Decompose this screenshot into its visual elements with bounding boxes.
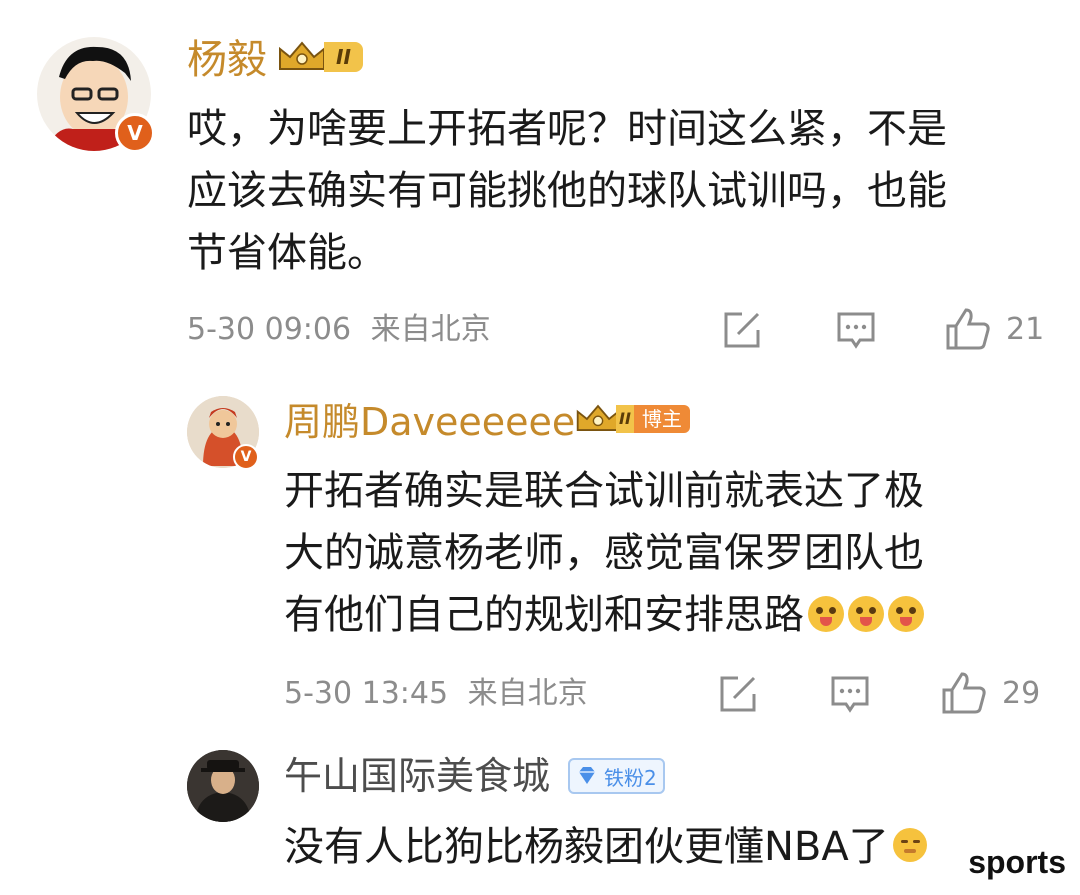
like-icon [944, 306, 992, 352]
text-line-with-emoji: 有他们自己的规划和安排思路 [284, 584, 924, 646]
like-count: 29 [1002, 675, 1041, 711]
like-button[interactable]: 21 [944, 306, 1044, 352]
text-line: 有他们自己的规划和安排思路 [284, 592, 804, 638]
like-icon [940, 670, 988, 716]
level-tag: II [616, 405, 634, 433]
crown-icon [574, 402, 622, 436]
text-line: 哎，为啥要上开拓者呢？时间这么紧，不是 [187, 106, 947, 152]
avatar-yangyi[interactable]: V [37, 37, 155, 153]
comment-1: V 杨毅 II 哎，为啥要上开拓者呢？时间这么紧，不是 应该去确实有可能挑他的球… [0, 0, 1080, 370]
text-line: 大的诚意杨老师，感觉富保罗团队也 [284, 530, 924, 576]
fan-badge: 铁粉2 [568, 758, 665, 794]
tongue-emoji-icon [888, 596, 924, 632]
like-button[interactable]: 29 [940, 670, 1040, 716]
commenter-name[interactable]: 午山国际美食城 [284, 752, 550, 800]
repost-icon [720, 308, 764, 352]
blogger-tag: 博主 [633, 405, 690, 433]
like-count: 21 [1006, 311, 1045, 347]
verified-badge: V [115, 113, 155, 153]
commenter-name[interactable]: 杨毅 [187, 36, 267, 84]
text-line: 节省体能。 [187, 230, 387, 276]
text-line: 开拓者确实是联合试训前就表达了极 [284, 468, 924, 514]
fan-level-label: 铁粉2 [604, 765, 657, 790]
location: 来自北京 [467, 676, 588, 711]
vip-level-badge: II [276, 40, 363, 74]
repost-button[interactable] [720, 308, 764, 352]
text-line: 应该去确实有可能挑他的球队试训吗，也能 [187, 168, 947, 214]
avatar-wushan[interactable] [187, 750, 259, 822]
timestamp: 5-30 13:45 [284, 676, 449, 711]
verified-badge: V [233, 444, 259, 470]
comment-meta: 5-30 13:45 来自北京 [284, 674, 588, 714]
commenter-name[interactable]: 周鹏Daveeeeee [284, 398, 575, 446]
comment-meta: 5-30 09:06 来自北京 [187, 310, 491, 350]
vip-level-badge: II 博主 [574, 402, 690, 436]
level-tag: II [324, 42, 363, 72]
watermark: sports [968, 844, 1066, 880]
tongue-emoji-icon [808, 596, 844, 632]
comment-text: 哎，为啥要上开拓者呢？时间这么紧，不是 应该去确实有可能挑他的球队试训吗，也能 … [187, 98, 947, 284]
reply-1: V 周鹏Daveeeeee II 博主 开拓者确实是联合试训前就表达了极 大的诚… [0, 380, 1080, 730]
text-line: 没有人比狗比杨毅团伙更懂NBA了 [284, 824, 889, 870]
timestamp: 5-30 09:06 [187, 312, 352, 347]
crown-icon [276, 39, 328, 75]
reply-2: 午山国际美食城 铁粉2 没有人比狗比杨毅团伙更懂NBA了 [0, 740, 1080, 895]
comment-button[interactable] [834, 308, 878, 352]
smile-emoji-icon [892, 828, 927, 862]
tongue-emoji-icon [848, 596, 884, 632]
location: 来自北京 [370, 312, 491, 347]
avatar-zhoupeng[interactable]: V [187, 396, 259, 470]
repost-icon [716, 672, 760, 716]
comment-icon [828, 672, 872, 716]
comment-text: 开拓者确实是联合试训前就表达了极 大的诚意杨老师，感觉富保罗团队也 有他们自己的… [284, 460, 924, 646]
repost-button[interactable] [716, 672, 760, 716]
comment-icon [834, 308, 878, 352]
comment-text: 没有人比狗比杨毅团伙更懂NBA了 [284, 816, 927, 878]
comment-button[interactable] [828, 672, 872, 716]
diamond-icon [576, 766, 598, 786]
